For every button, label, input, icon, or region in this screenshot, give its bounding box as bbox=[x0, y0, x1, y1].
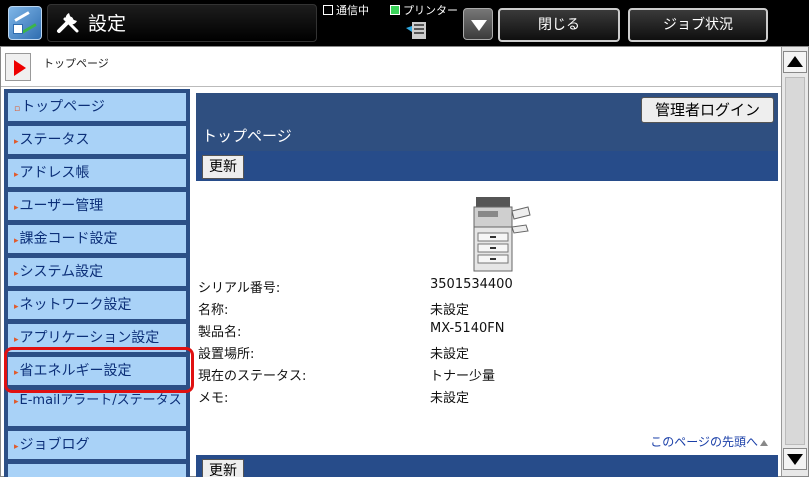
sidebar-item-label: ステータス bbox=[19, 132, 90, 148]
sidebar-item-billing-code[interactable]: ▸課金コード設定 bbox=[7, 224, 187, 254]
bullet-icon: ▸ bbox=[14, 203, 19, 213]
info-value: 3501534400 bbox=[430, 277, 513, 292]
page-title: トップページ bbox=[202, 127, 292, 145]
breadcrumb: トップページ bbox=[43, 57, 109, 70]
info-label: 名称: bbox=[198, 303, 229, 318]
sidebar-item-label: ネットワーク設定 bbox=[19, 297, 132, 313]
scroll-up-button[interactable] bbox=[783, 51, 807, 73]
mode-switch-icon[interactable] bbox=[8, 6, 42, 40]
sidebar: ▫トップページ ▸ステータス ▸アドレス帳 ▸ユーザー管理 ▸課金コード設定 ▸… bbox=[4, 89, 190, 477]
info-label: 現在のステータス: bbox=[198, 369, 307, 384]
selection-highlight bbox=[4, 347, 194, 393]
printer-status: プリンター bbox=[390, 2, 458, 18]
info-label: シリアル番号: bbox=[198, 281, 281, 296]
sidebar-item-label: システム設定 bbox=[19, 264, 104, 280]
job-status-button[interactable]: ジョブ状況 bbox=[628, 8, 768, 42]
refresh-button-bottom[interactable]: 更新 bbox=[202, 459, 244, 477]
tools-icon bbox=[57, 13, 79, 33]
sidebar-item-top-page[interactable]: ▫トップページ bbox=[7, 92, 187, 122]
info-value: 未設定 bbox=[430, 347, 470, 362]
dropdown-button[interactable] bbox=[463, 8, 493, 40]
info-label: メモ: bbox=[198, 391, 229, 406]
back-to-top-label: このページの先頭へ bbox=[650, 435, 758, 449]
refresh-bar-bottom: 更新 bbox=[196, 455, 778, 477]
communication-status-label: 通信中 bbox=[336, 4, 369, 17]
info-label: 製品名: bbox=[198, 325, 242, 340]
main-header: 管理者ログイン トップページ bbox=[196, 93, 778, 151]
arrow-up-icon bbox=[787, 56, 803, 67]
bullet-icon: ▸ bbox=[14, 302, 19, 312]
scroll-down-button[interactable] bbox=[783, 448, 807, 470]
sidebar-item-label: ユーザー管理 bbox=[19, 198, 104, 214]
arrow-down-icon bbox=[787, 454, 803, 465]
bullet-icon: ▸ bbox=[14, 442, 19, 452]
scroll-track[interactable] bbox=[785, 77, 805, 445]
sidebar-item-system-settings[interactable]: ▸システム設定 bbox=[7, 257, 187, 287]
sidebar-item-user-management[interactable]: ▸ユーザー管理 bbox=[7, 191, 187, 221]
multifunction-printer-icon bbox=[473, 197, 531, 272]
info-label: 設置場所: bbox=[198, 347, 255, 362]
main-panel: 管理者ログイン トップページ 更新 シリアル番号: 3501534400 名称:… bbox=[196, 93, 778, 477]
content-frame: トップページ ▫トップページ ▸ステータス ▸アドレス帳 ▸ユーザー管理 ▸課金… bbox=[0, 46, 809, 477]
bullet-icon: ▸ bbox=[14, 137, 19, 147]
sidebar-item-label: アプリケーション設定 bbox=[19, 330, 160, 346]
info-row: 現在のステータス: トナー少量 bbox=[198, 365, 758, 387]
sidebar-item-job-log[interactable]: ▸ジョブログ bbox=[7, 430, 187, 460]
sidebar-item-status[interactable]: ▸ステータス bbox=[7, 125, 187, 155]
play-arrow-icon bbox=[14, 60, 26, 76]
sidebar-item-label: アドレス帳 bbox=[19, 165, 90, 181]
sidebar-item-label: トップページ bbox=[21, 99, 105, 115]
bullet-icon: ▸ bbox=[14, 236, 19, 246]
bullet-icon: ▸ bbox=[14, 335, 19, 345]
refresh-bar: 更新 bbox=[196, 151, 778, 181]
info-value: トナー少量 bbox=[430, 369, 496, 384]
info-value: 未設定 bbox=[430, 391, 470, 406]
info-value: 未設定 bbox=[430, 303, 470, 318]
close-button[interactable]: 閉じる bbox=[498, 8, 620, 42]
status-indicator-icon bbox=[323, 5, 333, 15]
communication-status: 通信中 bbox=[323, 2, 369, 18]
sidebar-item-email-alert[interactable]: ▸E-mailアラート/ステータス bbox=[7, 389, 187, 427]
vertical-scrollbar[interactable] bbox=[781, 47, 808, 476]
bullet-icon: ▫ bbox=[14, 104, 21, 114]
sidebar-item-label: 課金コード設定 bbox=[19, 231, 118, 247]
app-title: 設定 bbox=[88, 13, 127, 35]
back-to-top-link[interactable]: このページの先頭へ bbox=[650, 433, 768, 450]
info-row: メモ: 未設定 bbox=[198, 387, 758, 409]
sidebar-item-label: E-mailアラート/ステータス bbox=[19, 393, 182, 408]
info-row: 製品名: MX-5140FN bbox=[198, 321, 758, 343]
triangle-up-icon bbox=[760, 440, 768, 446]
refresh-button[interactable]: 更新 bbox=[202, 155, 244, 179]
bullet-icon: ▸ bbox=[14, 269, 19, 279]
info-value: MX-5140FN bbox=[430, 321, 505, 336]
sidebar-item-label: ジョブログ bbox=[19, 437, 90, 453]
info-row: 名称: 未設定 bbox=[198, 299, 758, 321]
breadcrumb-bar: トップページ bbox=[1, 47, 781, 87]
menu-toggle-button[interactable] bbox=[5, 53, 31, 81]
printer-status-icon bbox=[406, 22, 426, 39]
sidebar-item-address-book[interactable]: ▸アドレス帳 bbox=[7, 158, 187, 188]
sidebar-item-next[interactable] bbox=[7, 463, 187, 477]
bullet-icon: ▸ bbox=[14, 170, 19, 180]
printer-status-label: プリンター bbox=[403, 4, 458, 17]
status-indicator-icon bbox=[390, 5, 400, 15]
bullet-icon: ▸ bbox=[14, 397, 19, 407]
admin-login-button[interactable]: 管理者ログイン bbox=[641, 97, 774, 123]
sidebar-item-network-settings[interactable]: ▸ネットワーク設定 bbox=[7, 290, 187, 320]
info-row: 設置場所: 未設定 bbox=[198, 343, 758, 365]
chevron-down-icon bbox=[471, 20, 487, 31]
top-bar: 設定 通信中 プリンター 閉じる ジョブ状況 bbox=[0, 0, 809, 45]
info-row: シリアル番号: 3501534400 bbox=[198, 277, 758, 299]
